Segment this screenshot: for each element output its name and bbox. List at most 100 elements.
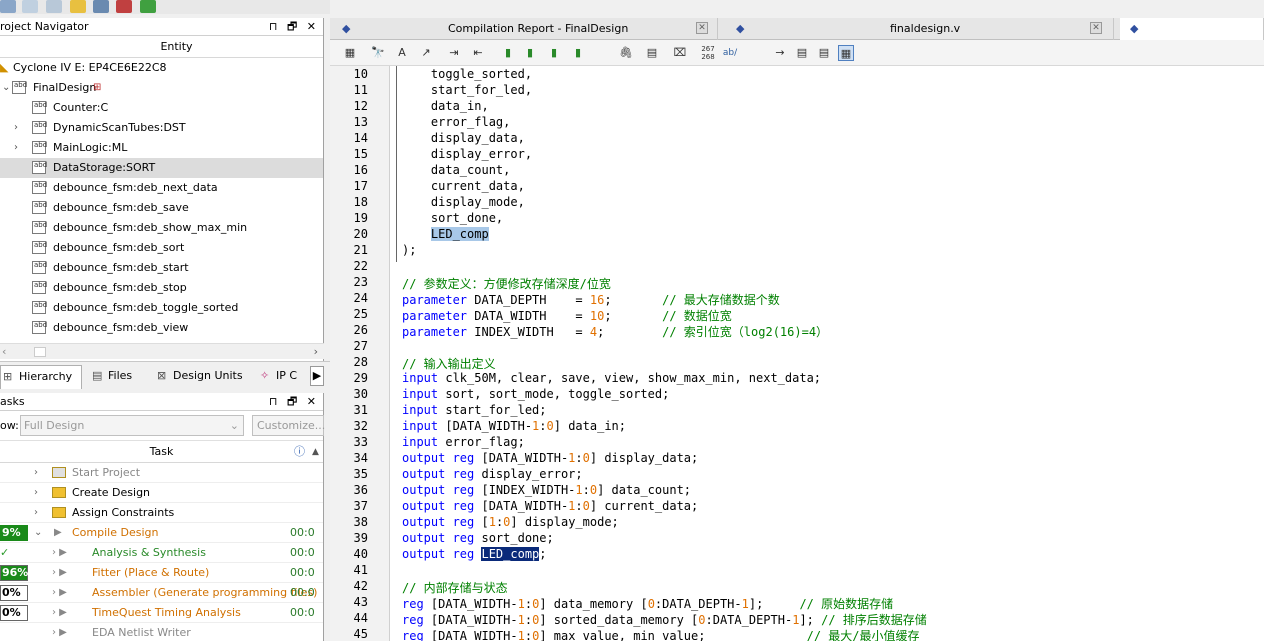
tab-finaldesign-v[interactable]: ◆ finaldesign.v ✕ [728,18,1114,40]
entity-row[interactable]: abd debounce_fsm:deb_start [0,258,323,278]
entity-row[interactable]: › abd MainLogic:ML [0,138,323,158]
code-line[interactable]: data_count, [402,163,510,177]
template-icon[interactable]: ▤ [644,45,660,61]
entity-row[interactable]: abd debounce_fsm:deb_save [0,198,323,218]
tab-scroll-right-button[interactable]: ▶ [310,366,324,386]
code-line[interactable]: display_error, [402,147,532,161]
chevron-right-icon[interactable]: › [14,138,18,158]
chevron-right-icon[interactable]: › [14,118,18,138]
entity-row[interactable]: abd debounce_fsm:deb_view [0,318,323,338]
code-line[interactable]: ); [402,243,416,257]
close-icon[interactable]: ✕ [696,22,708,34]
tab-hierarchy[interactable]: ⊞ Hierarchy [0,365,82,389]
edit-icon[interactable] [46,0,62,13]
chevron-right-icon[interactable]: › [34,463,38,483]
code-editor[interactable]: 10 11 12 13 14 15 16 17 18 19 20 21 22 23 24 25 26 27 28 29… [330,66,1264,641]
code-line[interactable]: input error_flag; [402,435,525,449]
task-row[interactable]: 0% › ▶ Assembler (Generate programming fil… [0,583,323,603]
search-replace-icon[interactable] [0,0,16,13]
lock-icon[interactable] [70,0,86,13]
task-row[interactable]: › Assign Constraints [0,503,323,523]
entity-row[interactable]: abd debounce_fsm:deb_toggle_sorted [0,298,323,318]
code-line[interactable]: current_data, [402,179,525,193]
outdent-icon[interactable]: ⇤ [470,45,486,61]
comment-icon[interactable]: ⌧ [672,45,688,61]
split-icon[interactable]: ▤ [794,45,810,61]
play-icon[interactable]: › ▶ [52,603,67,623]
code-line[interactable]: output reg [1:0] display_mode; [402,515,619,529]
code-line[interactable]: output reg [DATA_WIDTH-1:0] current_data… [402,499,698,513]
flow-select[interactable]: Full Design ⌄ [20,415,244,436]
code-line[interactable]: data_in, [402,99,489,113]
spell-icon[interactable]: ab/ [722,45,738,61]
bookmark-prev-icon[interactable]: ▮ [546,45,562,61]
entity-row[interactable]: abd debounce_fsm:deb_next_data [0,178,323,198]
tab-ip[interactable]: ✧ IP C [258,365,297,389]
entity-row[interactable]: abd Counter:C [0,98,323,118]
code-line[interactable]: output reg LED_comp; [402,547,547,561]
play-icon[interactable]: › ▶ [52,543,67,563]
wrap-icon[interactable]: → [772,45,788,61]
close-icon[interactable]: ✕ [1090,22,1102,34]
chevron-right-icon[interactable]: › [34,503,38,523]
code-line[interactable]: // 参数定义：方便修改存储深度/位宽 [402,275,611,292]
code-line[interactable]: // 输入输出定义 [402,355,496,372]
horizontal-scrollbar[interactable]: ‹ › [0,343,324,359]
play-icon[interactable]: › ▶ [52,583,67,603]
bookmark-clear-icon[interactable]: ▮ [570,45,586,61]
entity-row[interactable]: abd debounce_fsm:deb_show_max_min [0,218,323,238]
tab-active-file[interactable]: ◆ [1120,18,1264,40]
play-icon[interactable]: › ▶ [52,623,67,641]
task-row[interactable]: › Start Project [0,463,323,483]
task-row[interactable]: 0% › ▶ TimeQuest Timing Analysis 00:0 [0,603,323,623]
code-line[interactable]: reg [DATA_WIDTH-1:0] max_value, min_valu… [402,627,920,641]
code-line[interactable]: display_data, [402,131,525,145]
task-row[interactable]: › Create Design [0,483,323,503]
view1-icon[interactable]: ▤ [816,45,832,61]
entity-row[interactable]: abd debounce_fsm:deb_sort [0,238,323,258]
tab-design-units[interactable]: ⊠ Design Units [155,365,243,389]
goto-icon[interactable]: ↗ [418,45,434,61]
entity-row[interactable]: abd DataStorage:SORT [0,158,323,178]
check-icon[interactable] [140,0,156,13]
panel-controls[interactable]: ⊓ 🗗 ✕ [269,393,319,411]
attach-icon[interactable]: 🖇 [618,45,634,61]
top-entity-row[interactable]: ⌄ abd FinalDesign ⊞ [0,78,323,98]
code-line[interactable]: input start_for_led; [402,403,547,417]
code-line[interactable]: LED_comp [402,227,489,241]
view2-icon[interactable]: ▦ [838,45,854,61]
code-line[interactable]: input sort, sort_mode, toggle_sorted; [402,387,669,401]
code-line[interactable]: output reg sort_done; [402,531,554,545]
insert-icon[interactable]: ▦ [342,45,358,61]
pin-icon[interactable] [22,0,38,13]
code-line[interactable]: display_mode, [402,195,525,209]
code-line[interactable]: reg [DATA_WIDTH-1:0] data_memory [0:DATA… [402,595,893,612]
task-row[interactable]: › ▶ EDA Netlist Writer [0,623,323,641]
code-line[interactable]: parameter DATA_WIDTH = 10; // 数据位宽 [402,307,732,324]
code-line[interactable]: output reg display_error; [402,467,583,481]
chip-icon[interactable] [93,0,109,13]
compile-icon[interactable] [116,0,132,13]
code-line[interactable]: reg [DATA_WIDTH-1: 0] sorted_data_memory … [402,611,927,628]
code-line[interactable]: sort_done, [402,211,503,225]
code-line[interactable]: parameter INDEX_WIDTH = 4; // 索引位宽（log2(… [402,323,828,340]
tab-compilation-report[interactable]: ◆ Compilation Report - FinalDesign ✕ [330,18,718,40]
play-icon[interactable]: › ▶ [52,563,67,583]
device-row[interactable]: ◣ Cyclone IV E: EP4CE6E22C8 [0,58,323,78]
code-line[interactable]: start_for_led, [402,83,532,97]
code-line[interactable]: input [DATA_WIDTH-1:0] data_in; [402,419,626,433]
play-icon[interactable]: ▶ [54,523,62,543]
find-icon[interactable]: 🔭 [370,45,386,61]
chevron-down-icon[interactable]: ⌄ [34,523,42,543]
entity-row[interactable]: abd debounce_fsm:deb_stop [0,278,323,298]
code-line[interactable]: toggle_sorted, [402,67,532,81]
code-line[interactable]: error_flag, [402,115,510,129]
customize-button[interactable]: Customize... [252,415,325,436]
code-line[interactable]: output reg [INDEX_WIDTH-1:0] data_count; [402,483,691,497]
chevron-right-icon[interactable]: › [34,483,38,503]
code-line[interactable]: parameter DATA_DEPTH = 16; // 最大存储数据个数 [402,291,780,308]
chevron-down-icon[interactable]: ⌄ [2,78,10,98]
line-numbers-icon[interactable]: 267 268 [700,45,716,61]
tab-files[interactable]: ▤ Files [90,365,132,389]
panel-controls[interactable]: ⊓ 🗗 ✕ [269,18,319,36]
